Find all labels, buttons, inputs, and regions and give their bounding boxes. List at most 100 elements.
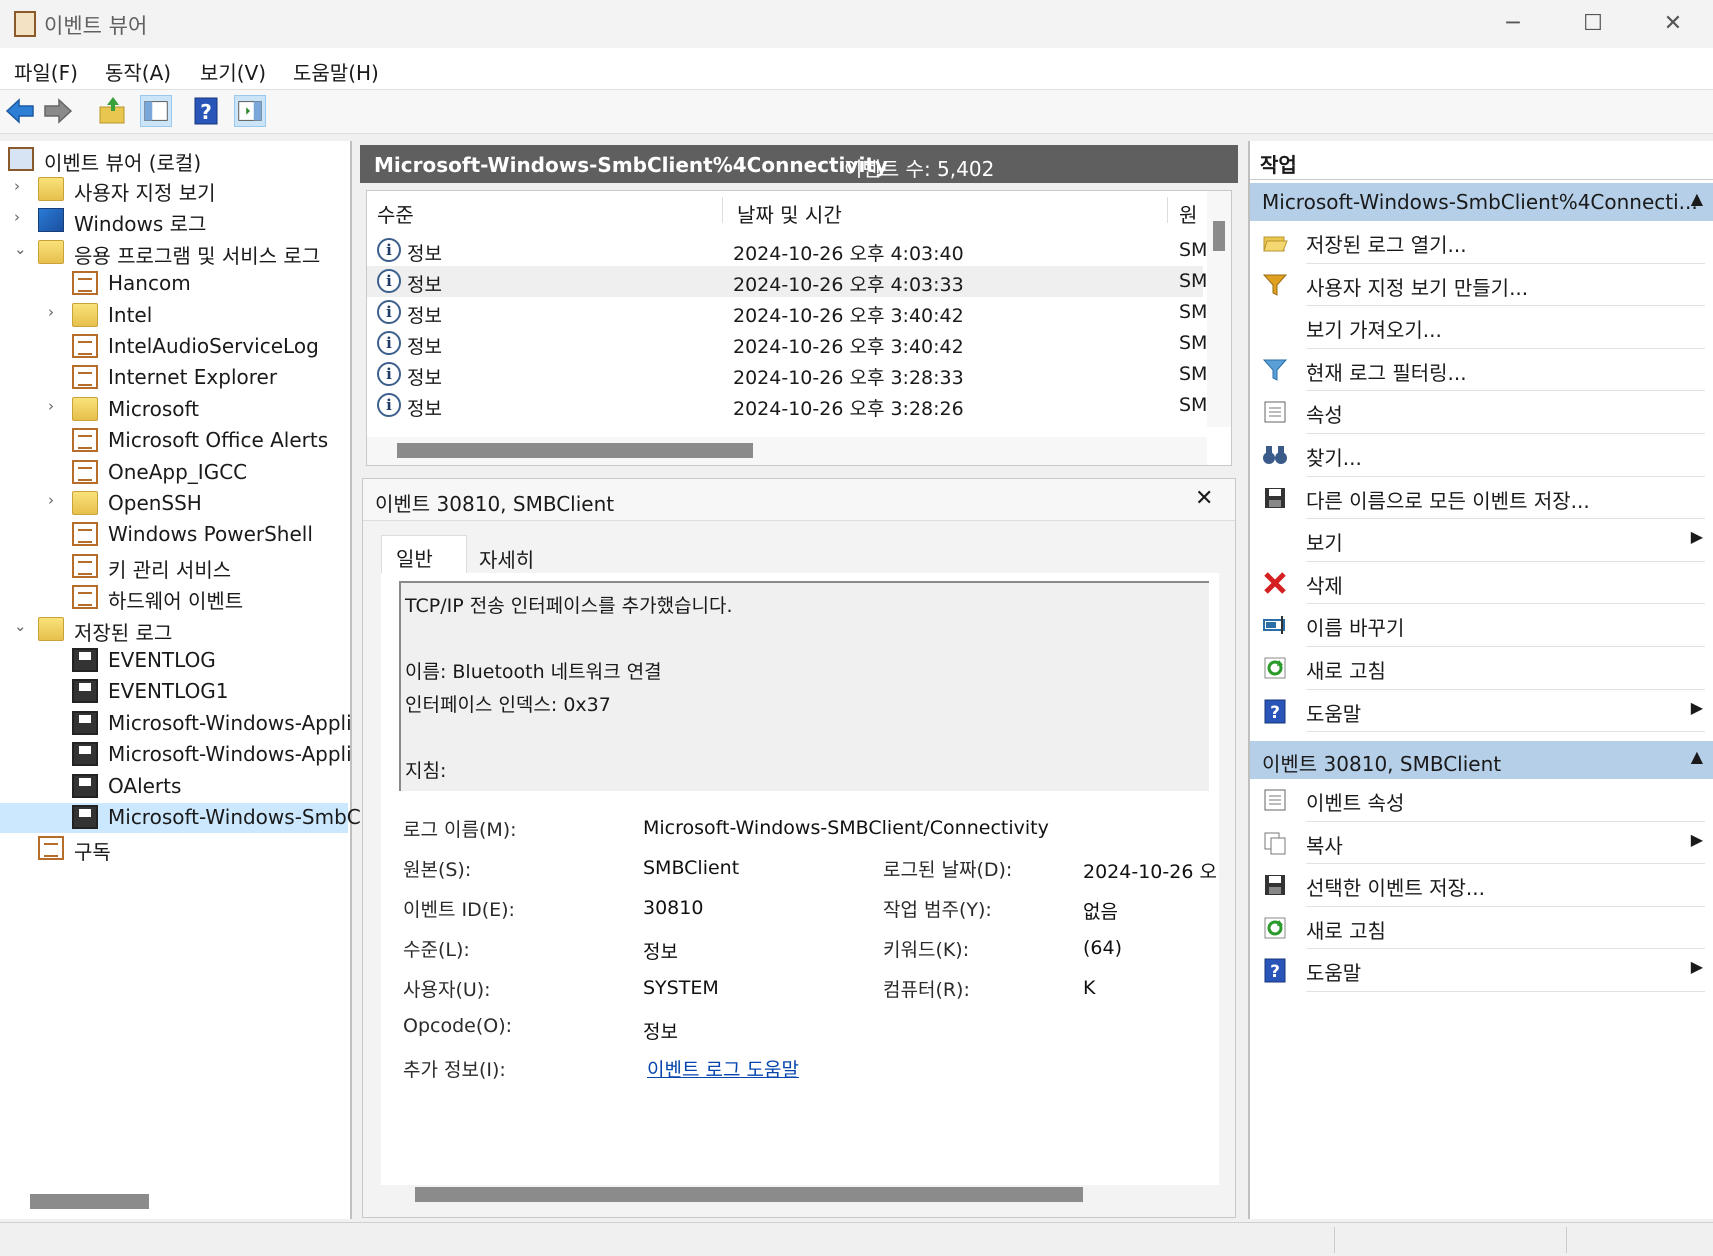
collapse-up-icon[interactable]: ▲ (1691, 747, 1703, 766)
tree-item[interactable]: EVENTLOG (0, 646, 348, 676)
column-header-source[interactable]: 원 (1179, 199, 1197, 228)
vertical-scroll-thumb[interactable] (1213, 221, 1225, 251)
expand-chevron-icon[interactable]: › (48, 397, 66, 415)
actions-title: 작업 (1260, 153, 1297, 177)
folder-icon (72, 302, 98, 327)
action-item[interactable]: 새로 고침 (1250, 649, 1713, 687)
action-item[interactable]: 새로 고침 (1250, 909, 1713, 947)
event-message-box[interactable]: TCP/IP 전송 인터페이스를 추가했습니다. 이름: Bluetooth 네트… (399, 581, 1209, 791)
tree-item[interactable]: Microsoft-Windows-SmbC (0, 803, 361, 833)
tree-root[interactable]: 이벤트 뷰어 (로컬) (8, 145, 348, 175)
tree-item[interactable]: Internet Explorer (0, 363, 348, 393)
tree-horizontal-scrollbar[interactable] (30, 1194, 149, 1209)
show-hide-action-pane-icon[interactable] (234, 95, 266, 127)
action-item[interactable]: 선택한 이벤트 저장... (1250, 866, 1713, 904)
action-item[interactable]: 이벤트 속성 (1250, 781, 1713, 819)
action-item[interactable]: 속성 (1250, 393, 1713, 431)
tree-item[interactable]: ⌄ 저장된 로그 (0, 615, 348, 645)
grid-horizontal-scrollbar[interactable] (367, 437, 1207, 465)
menu-file[interactable]: 파일(F) (14, 57, 78, 86)
action-separator (1306, 433, 1705, 434)
tree-item[interactable]: Microsoft-Windows-Appli (0, 740, 352, 770)
tab-details[interactable]: 자세히 (469, 537, 555, 573)
tree-item[interactable]: Windows PowerShell (0, 520, 348, 550)
close-detail-icon[interactable]: ✕ (1195, 486, 1213, 511)
column-divider[interactable] (1167, 197, 1168, 223)
grid-vertical-scrollbar[interactable] (1207, 191, 1231, 427)
close-window-button[interactable]: ✕ (1633, 0, 1713, 48)
tree-item[interactable]: › Windows 로그 (0, 206, 348, 236)
tree-item[interactable]: 키 관리 서비스 (0, 552, 348, 582)
menu-help[interactable]: 도움말(H) (293, 57, 379, 86)
tree-item[interactable]: OneApp_IGCC (0, 458, 348, 488)
collapse-chevron-icon[interactable]: ⌄ (14, 240, 32, 258)
event-row[interactable]: i 정보 2024-10-26 오후 3:40:42 SM (367, 297, 1207, 328)
tree-item[interactable]: 구독 (0, 834, 348, 864)
action-item[interactable]: 저장된 로그 열기... (1250, 223, 1713, 261)
event-log-help-link[interactable]: 이벤트 로그 도움말 (647, 1055, 799, 1082)
actions-section-event[interactable]: 이벤트 30810, SMBClient ▲ (1250, 741, 1713, 779)
actions-section-log[interactable]: Microsoft-Windows-SmbClient%4Connecti...… (1250, 183, 1713, 221)
action-item[interactable]: 삭제 (1250, 564, 1713, 602)
log-icon (72, 522, 98, 547)
up-folder-icon[interactable] (97, 95, 129, 127)
message-line: 지침: (405, 760, 447, 782)
tree-item[interactable]: OAlerts (0, 772, 348, 802)
task-category-value: 없음 (1083, 901, 1118, 923)
tree-item[interactable]: ⌄ 응용 프로그램 및 서비스 로그 (0, 238, 348, 268)
refresh-icon (1262, 655, 1288, 681)
help-icon[interactable]: ? (190, 95, 222, 127)
maximize-button[interactable]: ☐ (1553, 0, 1633, 48)
action-separator (1306, 603, 1705, 605)
menu-view[interactable]: 보기(V) (200, 57, 266, 86)
column-header-level[interactable]: 수준 (377, 199, 414, 228)
action-item[interactable]: ? 도움말 ▶ (1250, 951, 1713, 989)
action-item[interactable]: 복사 ▶ (1250, 824, 1713, 862)
forward-arrow-icon[interactable] (42, 95, 74, 127)
source-label: 원본(S): (403, 859, 472, 881)
tree-item[interactable]: IntelAudioServiceLog (0, 332, 348, 362)
back-arrow-icon[interactable] (4, 95, 36, 127)
action-item[interactable]: 보기 가져오기... (1250, 308, 1713, 346)
event-row[interactable]: i 정보 2024-10-26 오후 3:28:33 SM (367, 359, 1207, 390)
minimize-button[interactable]: ─ (1473, 0, 1553, 48)
tree-item[interactable]: › Microsoft (0, 395, 348, 425)
collapse-up-icon[interactable]: ▲ (1691, 189, 1703, 208)
show-hide-tree-icon[interactable] (140, 95, 172, 127)
tree-item[interactable]: 하드웨어 이벤트 (0, 583, 348, 613)
tree-item[interactable]: › OpenSSH (0, 489, 348, 519)
event-row[interactable]: i 정보 2024-10-26 오후 4:03:33 SM (367, 266, 1207, 297)
tree-item[interactable]: Microsoft-Windows-Appli (0, 709, 352, 739)
tab-general[interactable]: 일반 (381, 535, 467, 573)
action-item[interactable]: 다른 이름으로 모든 이벤트 저장... (1250, 479, 1713, 517)
menu-action[interactable]: 동작(A) (105, 57, 171, 86)
tree-item[interactable]: Hancom (0, 269, 348, 299)
event-id-label: 이벤트 ID(E): (403, 899, 515, 921)
subscriptions-icon (38, 836, 64, 861)
action-item[interactable]: 찾기... (1250, 436, 1713, 474)
column-header-datetime[interactable]: 날짜 및 시간 (737, 199, 842, 228)
detail-scroll-thumb[interactable] (415, 1187, 1083, 1202)
horizontal-scroll-thumb[interactable] (397, 443, 753, 458)
tree-item-label: OpenSSH (108, 491, 202, 515)
action-item[interactable]: 사용자 지정 보기 만들기... (1250, 266, 1713, 304)
expand-chevron-icon[interactable]: › (48, 491, 66, 509)
expand-chevron-icon[interactable]: › (14, 208, 32, 226)
event-row[interactable]: i 정보 2024-10-26 오후 3:28:26 SM (367, 390, 1207, 421)
tree-item-label: Microsoft Office Alerts (108, 428, 329, 453)
tree-item[interactable]: › Intel (0, 301, 348, 331)
detail-horizontal-scrollbar[interactable] (381, 1185, 1219, 1203)
event-row[interactable]: i 정보 2024-10-26 오후 3:40:42 SM (367, 328, 1207, 359)
action-item[interactable]: 보기 ▶ (1250, 521, 1713, 559)
action-item[interactable]: 이름 바꾸기 (1250, 606, 1713, 644)
tree-item[interactable]: Microsoft Office Alerts (0, 426, 348, 456)
collapse-chevron-icon[interactable]: ⌄ (14, 617, 32, 635)
tree-item[interactable]: EVENTLOG1 (0, 677, 348, 707)
action-item[interactable]: 현재 로그 필터링... (1250, 351, 1713, 389)
expand-chevron-icon[interactable]: › (48, 303, 66, 321)
event-row[interactable]: i 정보 2024-10-26 오후 4:03:40 SM (367, 235, 1207, 266)
tree-item[interactable]: › 사용자 지정 보기 (0, 175, 348, 205)
column-divider[interactable] (722, 197, 723, 223)
action-item[interactable]: ? 도움말 ▶ (1250, 692, 1713, 730)
expand-chevron-icon[interactable]: › (14, 177, 32, 195)
